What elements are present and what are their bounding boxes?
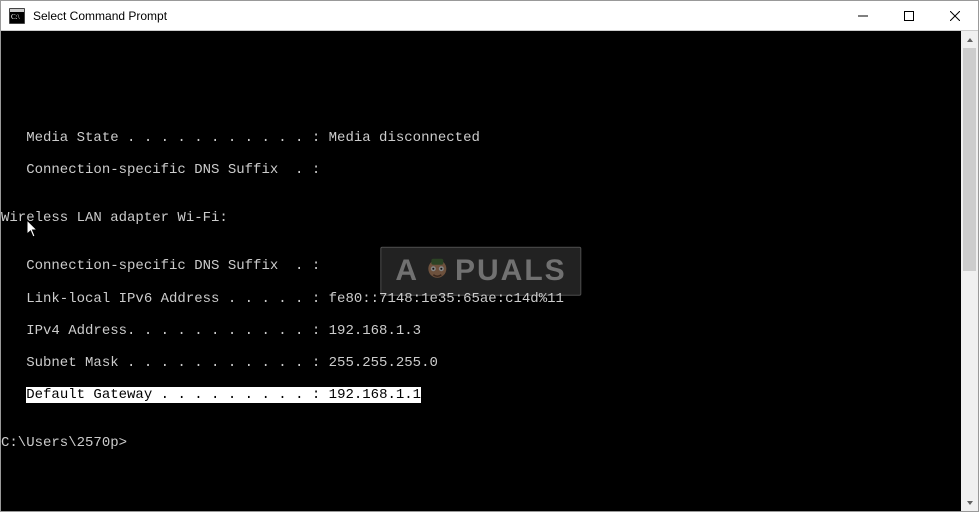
app-window: C:\ Select Command Prompt A [0,0,979,512]
client-area: A PUALS Media State . . . . . . . . . . … [1,31,978,511]
output-line: Connection-specific DNS Suffix . : [1,258,961,274]
scroll-down-arrow-icon[interactable] [961,494,978,511]
scroll-track[interactable] [961,48,978,494]
window-controls [840,1,978,30]
output-line: IPv4 Address. . . . . . . . . . . : 192.… [1,323,961,339]
terminal[interactable]: A PUALS Media State . . . . . . . . . . … [1,31,961,511]
prompt-line[interactable]: C:\Users\2570p> [1,435,961,451]
terminal-output: Media State . . . . . . . . . . . : Medi… [1,113,961,483]
window-title: Select Command Prompt [33,9,840,23]
gw-indent [1,387,26,403]
titlebar[interactable]: C:\ Select Command Prompt [1,1,978,31]
output-line: Link-local IPv6 Address . . . . . : fe80… [1,291,961,307]
output-line: Connection-specific DNS Suffix . : [1,162,961,178]
vertical-scrollbar[interactable] [961,31,978,511]
close-button[interactable] [932,1,978,30]
maximize-button[interactable] [886,1,932,30]
scroll-up-arrow-icon[interactable] [961,31,978,48]
output-line: Media State . . . . . . . . . . . : Medi… [1,130,961,146]
scroll-thumb[interactable] [963,48,976,271]
svg-text:C:\: C:\ [11,13,20,21]
minimize-button[interactable] [840,1,886,30]
output-line-adapter-header: Wireless LAN adapter Wi-Fi: [1,210,961,226]
output-line-gateway: Default Gateway . . . . . . . . . : 192.… [1,387,961,403]
selected-text[interactable]: Default Gateway . . . . . . . . . : 192.… [26,387,421,403]
output-line: Subnet Mask . . . . . . . . . . . : 255.… [1,355,961,371]
cmd-icon: C:\ [9,8,25,24]
